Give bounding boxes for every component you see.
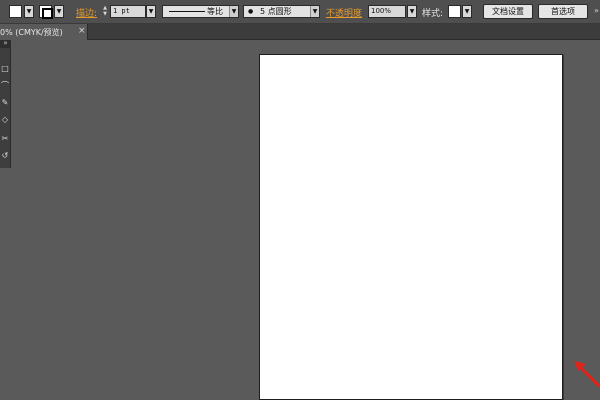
scissors-tool-icon[interactable]: ✂	[0, 132, 10, 146]
fill-color-swatch[interactable]	[9, 5, 22, 18]
close-icon[interactable]: ×	[78, 26, 86, 36]
rotate-tool-icon[interactable]: ↺	[0, 149, 10, 163]
stroke-weight-field[interactable]: 1 pt	[110, 5, 146, 18]
document-tab[interactable]: 0% (CMYK/预览) ×	[0, 24, 88, 40]
style-label: 样式:	[422, 9, 444, 19]
chevron-down-icon: ▼	[229, 6, 238, 17]
document-tab-label: 0% (CMYK/预览)	[0, 28, 63, 37]
stroke-color-swatch[interactable]	[39, 5, 53, 19]
arc-tool-icon[interactable]: ⌒	[0, 79, 10, 93]
brush-definition-dropdown[interactable]: ● 5 点圆形 ▼	[243, 5, 320, 18]
brush-definition-label: 5 点圆形	[260, 7, 292, 16]
fill-dropdown-icon[interactable]: ▼	[24, 5, 34, 18]
opacity-field[interactable]: 100%	[368, 5, 406, 18]
control-bar: ▼ ▼ 描边: ▲ ▼ 1 pt ▼ 等比 ▼ ● 5 点圆形 ▼ 不透明度 10…	[0, 0, 600, 24]
panel-overflow-icon[interactable]: »	[594, 6, 599, 15]
document-setup-button[interactable]: 文档设置	[483, 4, 533, 19]
opacity-dropdown-icon[interactable]: ▼	[407, 5, 417, 18]
stroke-profile-dropdown[interactable]: 等比 ▼	[162, 5, 239, 18]
tools-panel-collapse-icon[interactable]: »	[0, 40, 11, 48]
pencil-tool-icon[interactable]: ✎	[0, 96, 10, 110]
stroke-dropdown-icon[interactable]: ▼	[54, 5, 64, 18]
stroke-label-link[interactable]: 描边:	[76, 6, 97, 19]
red-arrow-icon	[574, 361, 600, 387]
preferences-button[interactable]: 首选项	[538, 4, 588, 19]
artboard[interactable]	[259, 54, 563, 400]
graphic-style-swatch[interactable]	[448, 5, 461, 18]
tools-panel: » □ ⌒ ✎ ◇ ✂ ↺	[0, 40, 11, 168]
rectangle-tool-icon[interactable]: □	[0, 62, 10, 76]
shape-tool-icon[interactable]: ◇	[0, 113, 10, 127]
opacity-label-link[interactable]: 不透明度	[326, 6, 362, 19]
document-tab-bar: 0% (CMYK/预览) ×	[0, 24, 600, 40]
stroke-weight-spinner-icon[interactable]: ▲ ▼	[101, 5, 109, 18]
chevron-down-icon: ▼	[310, 6, 319, 17]
brush-dot-icon: ●	[248, 8, 254, 15]
graphic-style-dropdown-icon[interactable]: ▼	[462, 5, 472, 18]
stroke-profile-label: 等比	[207, 7, 223, 16]
stroke-profile-line	[169, 11, 205, 12]
stroke-weight-dropdown-icon[interactable]: ▼	[146, 5, 156, 18]
